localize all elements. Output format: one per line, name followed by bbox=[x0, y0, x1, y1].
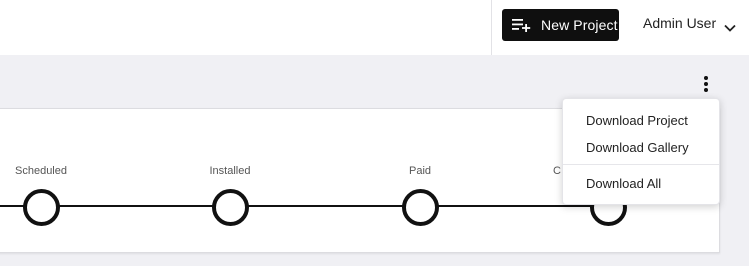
stage-label: Paid bbox=[408, 165, 432, 177]
more-vertical-icon[interactable] bbox=[700, 74, 712, 94]
stage-circle[interactable] bbox=[22, 189, 60, 226]
stage-circle[interactable] bbox=[211, 189, 249, 226]
new-project-button[interactable]: New Project bbox=[502, 9, 619, 41]
stage-circle[interactable] bbox=[401, 189, 439, 226]
project-actions-menu: Download Project Download Gallery Downlo… bbox=[562, 98, 720, 205]
download-gallery-item[interactable]: Download Gallery bbox=[586, 140, 689, 155]
stage-label: Installed bbox=[209, 165, 251, 177]
download-all-item[interactable]: Download All bbox=[586, 176, 661, 191]
top-bar: New Project Admin User bbox=[0, 0, 749, 55]
user-name: Admin User bbox=[643, 15, 717, 31]
header-divider bbox=[491, 0, 492, 55]
new-project-label: New Project bbox=[541, 17, 618, 33]
stage-label: Scheduled bbox=[15, 165, 67, 177]
user-menu[interactable]: Admin User bbox=[643, 14, 736, 32]
playlist-add-icon bbox=[512, 18, 531, 32]
timeline-line bbox=[0, 205, 620, 207]
chevron-down-icon bbox=[724, 19, 736, 32]
menu-divider bbox=[563, 164, 719, 165]
download-project-item[interactable]: Download Project bbox=[586, 113, 688, 128]
